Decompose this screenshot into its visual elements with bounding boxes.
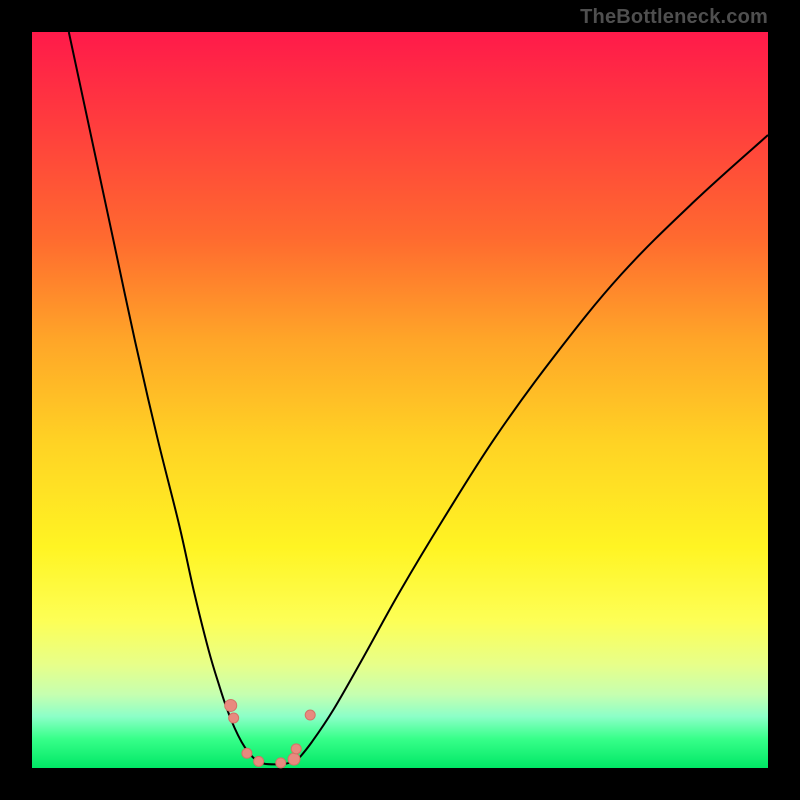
data-marker: [242, 748, 252, 758]
data-marker: [225, 699, 237, 711]
data-marker: [288, 753, 300, 765]
watermark-text: TheBottleneck.com: [580, 6, 768, 29]
data-marker: [276, 758, 286, 768]
data-marker: [305, 710, 315, 720]
chart-frame: TheBottleneck.com: [0, 0, 800, 800]
chart-svg: [0, 0, 800, 800]
bottleneck-curve: [69, 32, 768, 764]
data-marker: [229, 713, 239, 723]
data-marker: [254, 756, 264, 766]
data-marker: [291, 744, 301, 754]
